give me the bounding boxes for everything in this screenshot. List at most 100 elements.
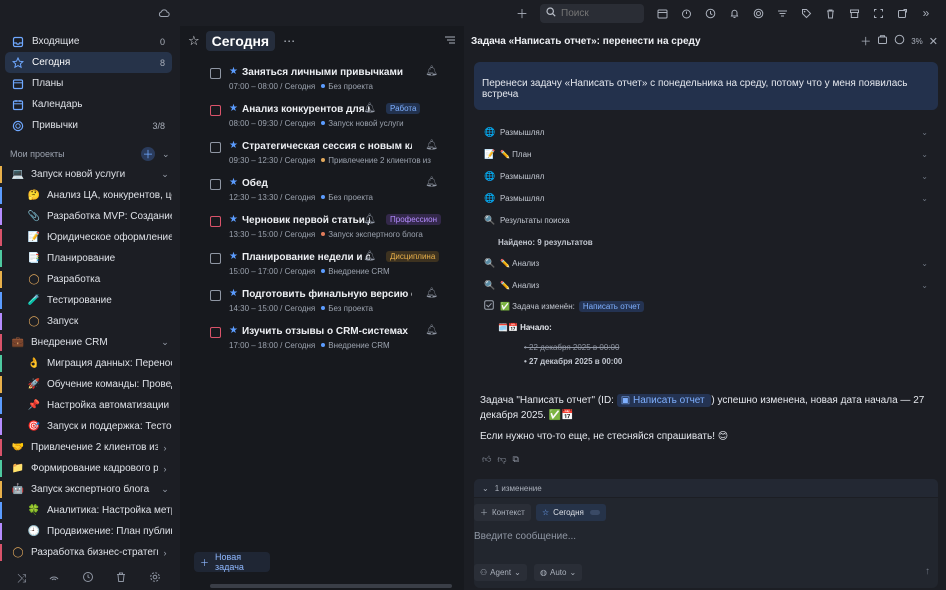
reasoning-step[interactable]: 🔍 ✏️ Анализ ⌄ bbox=[484, 256, 928, 270]
chevron-down-icon[interactable]: ⌄ bbox=[921, 150, 928, 159]
task-chip[interactable]: ▣ Написать отчет bbox=[616, 394, 712, 407]
search-input[interactable] bbox=[561, 7, 631, 19]
reasoning-step[interactable]: 🌐 Размышлял ⌄ bbox=[484, 191, 928, 205]
sidebar-project[interactable]: 🤝 Привлечение 2 клиентов из › bbox=[5, 437, 172, 458]
chevron-down-icon[interactable]: ⌄ bbox=[921, 194, 928, 203]
bell-icon[interactable]: 🔔︎ bbox=[425, 325, 438, 336]
task-checkbox[interactable] bbox=[210, 327, 221, 338]
reasoning-step[interactable]: 📝 ✏️ План ⌄ bbox=[484, 147, 928, 161]
thumbs-down-icon[interactable]: 👎︎ bbox=[497, 454, 506, 465]
chevron-down-icon[interactable]: ⌄ bbox=[158, 337, 172, 348]
chevron-down-icon[interactable]: ⌄ bbox=[921, 281, 928, 290]
bell-icon[interactable]: 🔔︎ bbox=[363, 103, 376, 114]
chevron-down-icon[interactable]: ⌄ bbox=[162, 149, 172, 160]
sidebar-subproject[interactable]: 🚀 Обучение команды: Проведение bbox=[5, 374, 172, 395]
task-row[interactable]: ★ Анализ конкурентов для новой услуги🔔︎ 08… bbox=[210, 103, 442, 139]
sidebar-subproject[interactable]: 📑 Планирование bbox=[5, 248, 172, 269]
target-icon[interactable] bbox=[748, 3, 768, 23]
message-input[interactable] bbox=[474, 528, 914, 544]
add-project-button[interactable]: ＋ bbox=[141, 147, 155, 161]
bell-icon[interactable]: 🔔︎ bbox=[425, 177, 438, 188]
chevron-right-icon[interactable]: › bbox=[158, 443, 172, 453]
reasoning-step[interactable]: 🌐 Размышлял ⌄ bbox=[484, 169, 928, 183]
bell-icon[interactable]: 🔔︎ bbox=[425, 140, 438, 151]
history-icon[interactable] bbox=[82, 571, 94, 586]
task-checkbox[interactable] bbox=[210, 290, 221, 301]
filter-icon[interactable] bbox=[772, 3, 792, 23]
sidebar-subproject[interactable]: 📝 Юридическое оформление bbox=[5, 227, 172, 248]
task-tag[interactable]: Дисциплина bbox=[386, 251, 440, 262]
chip-toggle[interactable] bbox=[589, 510, 600, 515]
tag-icon[interactable] bbox=[796, 3, 816, 23]
collapse-panel-icon[interactable]: » bbox=[916, 3, 936, 23]
task-checkbox[interactable] bbox=[210, 68, 221, 79]
history-box-icon[interactable] bbox=[877, 34, 888, 48]
sidebar-subproject[interactable]: ◯ Запуск bbox=[5, 311, 172, 332]
sidebar-project[interactable]: 💼 Внедрение CRM ⌄ bbox=[5, 332, 172, 353]
task-checkbox[interactable] bbox=[210, 179, 221, 190]
task-checkbox[interactable] bbox=[210, 105, 221, 116]
sidebar-subproject[interactable]: 📎 Разработка MVP: Создание bbox=[5, 206, 172, 227]
sidebar-project[interactable]: 💻 Запуск новой услуги ⌄ bbox=[5, 164, 172, 185]
chevron-down-icon[interactable]: ⌄ bbox=[921, 128, 928, 137]
sidebar-item-habits[interactable]: Привычки 3/8 bbox=[5, 115, 172, 136]
changes-summary[interactable]: ⌄ 1 изменение bbox=[474, 479, 938, 497]
chevron-right-icon[interactable]: › bbox=[158, 464, 172, 474]
task-row[interactable]: ★ Подготовить финальную версию стратегии 🔔… bbox=[210, 288, 442, 324]
task-chip[interactable]: Написать отчет bbox=[578, 300, 645, 312]
sidebar-project[interactable]: 🤖 Запуск экспертного блога ⌄ bbox=[5, 479, 172, 500]
sidebar-subproject[interactable]: 🎯 Запуск и поддержка: Тестов bbox=[5, 416, 172, 437]
add-context-button[interactable]: ＋ Контекст bbox=[474, 504, 531, 521]
task-row[interactable]: ★ Заняться личными привычками 🔔︎ 07:00 – 08… bbox=[210, 66, 442, 102]
sidebar-project[interactable]: ◯ Разработка бизнес-стратегии › bbox=[5, 542, 172, 563]
calendar-icon[interactable] bbox=[652, 3, 672, 23]
task-row[interactable]: ★ Обед 🔔︎ 12:30 – 13:30 / Сегодня Без проект… bbox=[210, 177, 442, 213]
task-checkbox[interactable] bbox=[210, 142, 221, 153]
bell-icon[interactable]: 🔔︎ bbox=[425, 66, 438, 77]
task-row[interactable]: ★ Черновик первой статьи для блога🔔︎ 13:30… bbox=[210, 214, 442, 250]
task-checkbox[interactable] bbox=[210, 253, 221, 264]
timer-icon[interactable] bbox=[676, 3, 696, 23]
archive-icon[interactable] bbox=[844, 3, 864, 23]
sort-filter-icon[interactable] bbox=[444, 34, 456, 49]
share-icon[interactable] bbox=[892, 3, 912, 23]
model-selector[interactable]: ◍ Auto ⌄ bbox=[534, 564, 583, 581]
bell-icon[interactable]: 🔔︎ bbox=[363, 251, 376, 262]
task-tag[interactable]: Работа bbox=[386, 103, 421, 114]
task-row[interactable]: ★ Изучить отзывы о CRM-системах 🔔︎ 17:00 – … bbox=[210, 325, 442, 361]
today-context-chip[interactable]: ☆ Сегодня bbox=[536, 504, 606, 521]
new-task-button[interactable]: ＋ Новая задача bbox=[194, 552, 270, 572]
task-checkbox[interactable] bbox=[210, 216, 221, 227]
search-box[interactable] bbox=[540, 3, 644, 23]
bell-icon[interactable]: 🔔︎ bbox=[425, 288, 438, 299]
more-options-icon[interactable]: ⋯ bbox=[283, 34, 295, 48]
sidebar-subproject[interactable]: 👌 Миграция данных: Перенос bbox=[5, 353, 172, 374]
close-icon[interactable]: ✕ bbox=[929, 35, 938, 48]
sidebar-item-calendar[interactable]: Календарь bbox=[5, 94, 172, 115]
sidebar-item-plans[interactable]: Планы bbox=[5, 73, 172, 94]
add-icon[interactable]: ＋ bbox=[512, 3, 532, 23]
agent-mode-selector[interactable]: ⚇ Agent ⌄ bbox=[474, 564, 527, 581]
reasoning-step[interactable]: 🔍 ✏️ Анализ ⌄ bbox=[484, 278, 928, 292]
task-row[interactable]: ★ Планирование недели и обзор🔔︎ 15:00 – 17… bbox=[210, 251, 442, 287]
chevron-down-icon[interactable]: ⌄ bbox=[158, 169, 172, 180]
task-row[interactable]: ★ Стратегическая сессия с новым клиентом 🔔… bbox=[210, 140, 442, 176]
reasoning-step[interactable]: 🌐 Размышлял ⌄ bbox=[484, 125, 928, 139]
trash-icon[interactable] bbox=[820, 3, 840, 23]
add-icon[interactable]: ＋ bbox=[860, 33, 871, 49]
star-outline-icon[interactable]: ☆ bbox=[188, 33, 200, 49]
focus-icon[interactable] bbox=[868, 3, 888, 23]
task-changed-row[interactable]: ✅ Задача изменён: Написать отчет bbox=[484, 299, 928, 313]
sidebar-subproject[interactable]: 📌 Настройка автоматизации bbox=[5, 395, 172, 416]
chevron-down-icon[interactable]: ⌄ bbox=[921, 259, 928, 268]
settings-gear-icon[interactable] bbox=[149, 571, 161, 586]
sidebar-subproject[interactable]: 🍀 Аналитика: Настройка метрик bbox=[5, 500, 172, 521]
sidebar-project[interactable]: 📁 Формирование кадрового резерва› bbox=[5, 458, 172, 479]
horizontal-scrollbar[interactable] bbox=[210, 584, 452, 588]
cloud-sync-icon[interactable] bbox=[158, 7, 170, 19]
clock-icon[interactable] bbox=[700, 3, 720, 23]
signal-icon[interactable] bbox=[48, 571, 60, 586]
chevron-right-icon[interactable]: › bbox=[158, 548, 172, 558]
copy-icon[interactable]: ⧉ bbox=[513, 454, 519, 465]
sidebar-subproject[interactable]: 🕘 Продвижение: План публикаций bbox=[5, 521, 172, 542]
